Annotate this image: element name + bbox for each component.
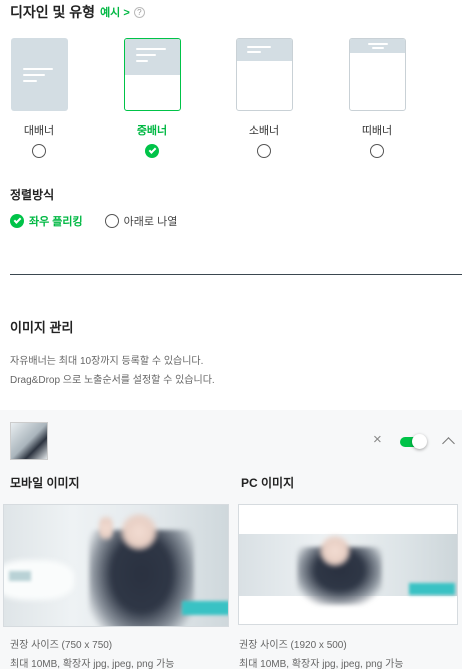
image-card[interactable]: × 모바일 이미지 PC 이미지 권장 사이즈 (750 x 750) 최대 1…: [0, 410, 462, 669]
radio-large-banner[interactable]: [32, 144, 46, 158]
large-banner-thumbnail[interactable]: [10, 38, 68, 111]
mobile-file-limit: 최대 10MB, 확장자 jpg, jpeg, png 가능: [10, 659, 175, 669]
radio-strip-banner[interactable]: [370, 144, 384, 158]
image-card-thumbnail[interactable]: [10, 422, 48, 460]
medium-banner-thumbnail[interactable]: [123, 38, 181, 111]
radio-medium-banner[interactable]: [145, 144, 159, 158]
image-management-description: 자유배너는 최대 10장까지 등록할 수 있습니다.: [10, 356, 204, 367]
design-option-large-banner[interactable]: 대배너: [10, 38, 68, 158]
mobile-image-preview[interactable]: [3, 504, 229, 627]
help-icon[interactable]: ?: [133, 6, 145, 18]
check-icon: [148, 146, 156, 154]
pc-image-preview[interactable]: [238, 504, 458, 625]
chevron-up-icon[interactable]: [442, 437, 455, 450]
design-type-title: 디자인 및 유형: [10, 4, 96, 20]
small-banner-thumbnail[interactable]: [235, 38, 293, 111]
check-icon: [13, 216, 21, 224]
design-option-small-banner[interactable]: 소배너: [235, 38, 293, 158]
mobile-image-title: 모바일 이미지: [10, 476, 80, 490]
pc-recommended-size: 권장 사이즈 (1920 x 500): [239, 640, 347, 651]
design-option-label: 소배너: [248, 125, 280, 137]
close-icon[interactable]: ×: [373, 432, 382, 447]
alignment-label: 좌우 플리킹: [29, 216, 83, 228]
radio-flicking[interactable]: [10, 214, 24, 228]
section-divider: [10, 274, 462, 275]
toggle-knob: [412, 434, 427, 449]
radio-list-down[interactable]: [104, 214, 119, 228]
design-option-label: 중배너: [136, 125, 168, 137]
design-option-medium-banner[interactable]: 중배너: [123, 38, 181, 158]
image-management-description: Drag&Drop 으로 노출순서를 설정할 수 있습니다.: [10, 375, 215, 386]
toggle-switch[interactable]: [400, 434, 427, 449]
strip-banner-thumbnail[interactable]: [348, 38, 406, 111]
design-option-label: 대배너: [23, 125, 55, 137]
alignment-label: 아래로 나열: [123, 216, 178, 228]
design-option-label: 띠배너: [361, 125, 393, 137]
design-option-strip-banner[interactable]: 띠배너: [348, 38, 406, 158]
mobile-recommended-size: 권장 사이즈 (750 x 750): [10, 640, 113, 651]
pc-image-title: PC 이미지: [241, 476, 295, 490]
alignment-options: 좌우 플리킹 아래로 나열: [10, 213, 199, 229]
example-link[interactable]: 예시 >: [100, 4, 130, 20]
radio-small-banner[interactable]: [257, 144, 271, 158]
pc-file-limit: 최대 10MB, 확장자 jpg, jpeg, png 가능: [239, 659, 404, 669]
alignment-option-list-down[interactable]: 아래로 나열: [104, 213, 178, 229]
alignment-option-flicking[interactable]: 좌우 플리킹: [10, 213, 83, 229]
image-management-title: 이미지 관리: [10, 320, 74, 335]
design-type-header: 디자인 및 유형 예시 > ?: [10, 2, 145, 22]
alignment-title: 정렬방식: [10, 188, 55, 202]
